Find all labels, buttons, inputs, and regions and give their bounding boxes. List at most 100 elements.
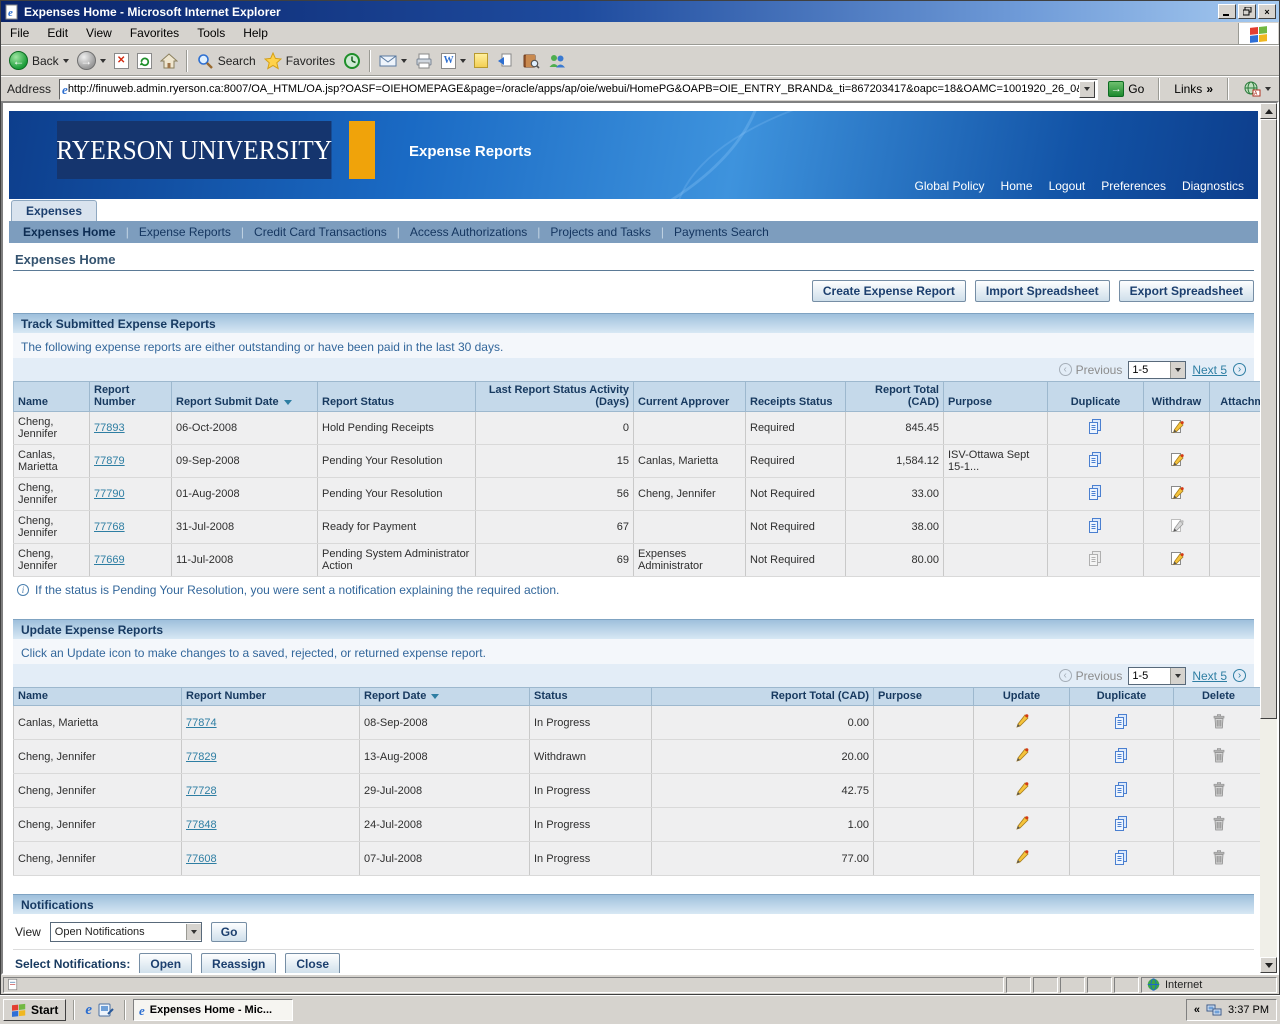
menu-edit[interactable]: Edit — [38, 22, 77, 44]
track-next-link[interactable]: Next 5 — [1192, 363, 1227, 377]
global-link-home[interactable]: Home — [1001, 179, 1033, 193]
quick-launch-ie-icon[interactable]: e — [85, 1003, 92, 1018]
menu-view[interactable]: View — [77, 22, 121, 44]
range-dropdown-icon[interactable] — [1170, 362, 1185, 378]
cell-withdraw[interactable] — [1144, 412, 1210, 445]
forward-button[interactable]: → — [73, 49, 110, 72]
mail-dropdown-icon[interactable] — [401, 59, 407, 63]
update-range-select[interactable]: 1-5 — [1128, 667, 1186, 685]
withdraw-icon[interactable] — [1168, 484, 1186, 501]
cell-withdraw[interactable] — [1144, 478, 1210, 511]
notes-button[interactable] — [470, 51, 492, 70]
withdraw-icon[interactable] — [1168, 550, 1186, 567]
nav-item-payments-search[interactable]: Payments Search — [664, 225, 779, 239]
scroll-up-button[interactable] — [1260, 103, 1277, 119]
cell-delete[interactable] — [1174, 774, 1261, 808]
track-header-report-submit-date[interactable]: Report Submit Date — [172, 382, 318, 412]
cell-duplicate[interactable] — [1070, 842, 1174, 876]
tray-clock[interactable]: 3:37 PM — [1228, 1004, 1269, 1016]
notifications-go-button[interactable]: Go — [211, 922, 248, 942]
track-next-icon[interactable]: › — [1233, 363, 1246, 376]
nav-item-credit-card-transactions[interactable]: Credit Card Transactions — [244, 225, 397, 239]
global-link-preferences[interactable]: Preferences — [1101, 179, 1166, 193]
duplicate-icon[interactable] — [1113, 849, 1130, 866]
cell-duplicate[interactable] — [1048, 478, 1144, 511]
export-spreadsheet-button[interactable]: Export Spreadsheet — [1119, 280, 1254, 302]
nav-item-expenses-home[interactable]: Expenses Home — [13, 225, 126, 239]
update-pencil-icon[interactable] — [1013, 848, 1031, 866]
duplicate-icon[interactable] — [1113, 747, 1130, 764]
favorites-button[interactable]: Favorites — [260, 50, 339, 72]
stop-button[interactable]: ✕ — [110, 51, 133, 71]
menu-help[interactable]: Help — [234, 22, 277, 44]
range-dropdown-icon[interactable] — [1170, 668, 1185, 684]
delete-trash-icon[interactable] — [1211, 815, 1227, 832]
duplicate-icon[interactable] — [1113, 781, 1130, 798]
cell-duplicate[interactable] — [1070, 774, 1174, 808]
cell-delete[interactable] — [1174, 842, 1261, 876]
report-number-link[interactable]: 77768 — [94, 521, 125, 533]
send-document-button[interactable] — [492, 50, 518, 72]
address-dropdown-button[interactable] — [1079, 81, 1095, 98]
create-expense-report-button[interactable]: Create Expense Report — [812, 280, 966, 302]
nav-item-projects-and-tasks[interactable]: Projects and Tasks — [540, 225, 661, 239]
minimize-button[interactable] — [1218, 4, 1236, 19]
delete-trash-icon[interactable] — [1211, 849, 1227, 866]
duplicate-icon[interactable] — [1087, 517, 1104, 534]
cell-withdraw[interactable] — [1144, 445, 1210, 478]
track-range-select[interactable]: 1-5 — [1128, 361, 1186, 379]
nav-item-expense-reports[interactable]: Expense Reports — [129, 225, 241, 239]
cell-duplicate[interactable] — [1070, 706, 1174, 740]
report-number-link[interactable]: 77874 — [186, 717, 217, 729]
edit-dropdown-icon[interactable] — [460, 59, 466, 63]
notifications-close-button[interactable]: Close — [285, 953, 340, 973]
print-button[interactable] — [411, 50, 437, 72]
cell-duplicate[interactable] — [1070, 740, 1174, 774]
refresh-button[interactable] — [133, 51, 156, 71]
global-link-global-policy[interactable]: Global Policy — [915, 179, 985, 193]
research-button[interactable] — [518, 50, 544, 72]
report-number-link[interactable]: 77879 — [94, 455, 125, 467]
address-url[interactable]: http://finuweb.admin.ryerson.ca:8007/OA_… — [68, 83, 1079, 95]
duplicate-icon[interactable] — [1113, 815, 1130, 832]
cell-duplicate[interactable] — [1048, 412, 1144, 445]
search-button[interactable]: Search — [192, 50, 260, 72]
cell-duplicate[interactable] — [1048, 445, 1144, 478]
update-next-icon[interactable]: › — [1233, 669, 1246, 682]
address-input[interactable]: e http://finuweb.admin.ryerson.ca:8007/O… — [59, 79, 1098, 100]
cell-update[interactable] — [974, 706, 1070, 740]
tray-chevron-icon[interactable]: « — [1194, 1004, 1200, 1016]
extension-dropdown-icon[interactable] — [1265, 87, 1271, 91]
sort-desc-icon[interactable] — [431, 694, 439, 699]
start-button[interactable]: Start — [3, 999, 66, 1021]
cell-delete[interactable] — [1174, 740, 1261, 774]
menu-favorites[interactable]: Favorites — [121, 22, 188, 44]
report-number-link[interactable]: 77829 — [186, 751, 217, 763]
cell-update[interactable] — [974, 808, 1070, 842]
report-number-link[interactable]: 77790 — [94, 488, 125, 500]
scroll-down-button[interactable] — [1260, 957, 1277, 973]
extension-button[interactable]: A — [1238, 79, 1276, 99]
duplicate-icon[interactable] — [1087, 484, 1104, 501]
quick-launch-desktop-icon[interactable] — [98, 1002, 114, 1018]
withdraw-icon[interactable] — [1168, 451, 1186, 468]
cell-duplicate[interactable] — [1048, 511, 1144, 544]
update-pencil-icon[interactable] — [1013, 780, 1031, 798]
mail-button[interactable] — [375, 50, 411, 72]
menu-tools[interactable]: Tools — [188, 22, 234, 44]
history-button[interactable] — [339, 50, 365, 72]
update-pencil-icon[interactable] — [1013, 746, 1031, 764]
scroll-thumb[interactable] — [1260, 119, 1277, 719]
back-dropdown-icon[interactable] — [63, 59, 69, 63]
menu-file[interactable]: File — [1, 22, 38, 44]
close-button[interactable]: × — [1258, 4, 1276, 19]
update-header-report-date[interactable]: Report Date — [360, 688, 530, 706]
duplicate-icon[interactable] — [1087, 418, 1104, 435]
cell-duplicate[interactable] — [1070, 808, 1174, 842]
taskbar-task-button[interactable]: e Expenses Home - Mic... — [133, 999, 293, 1021]
notifications-open-button[interactable]: Open — [139, 953, 192, 973]
duplicate-icon[interactable] — [1087, 451, 1104, 468]
cell-delete[interactable] — [1174, 706, 1261, 740]
tab-expenses[interactable]: Expenses — [11, 200, 97, 221]
go-button[interactable]: →Go — [1103, 80, 1149, 98]
